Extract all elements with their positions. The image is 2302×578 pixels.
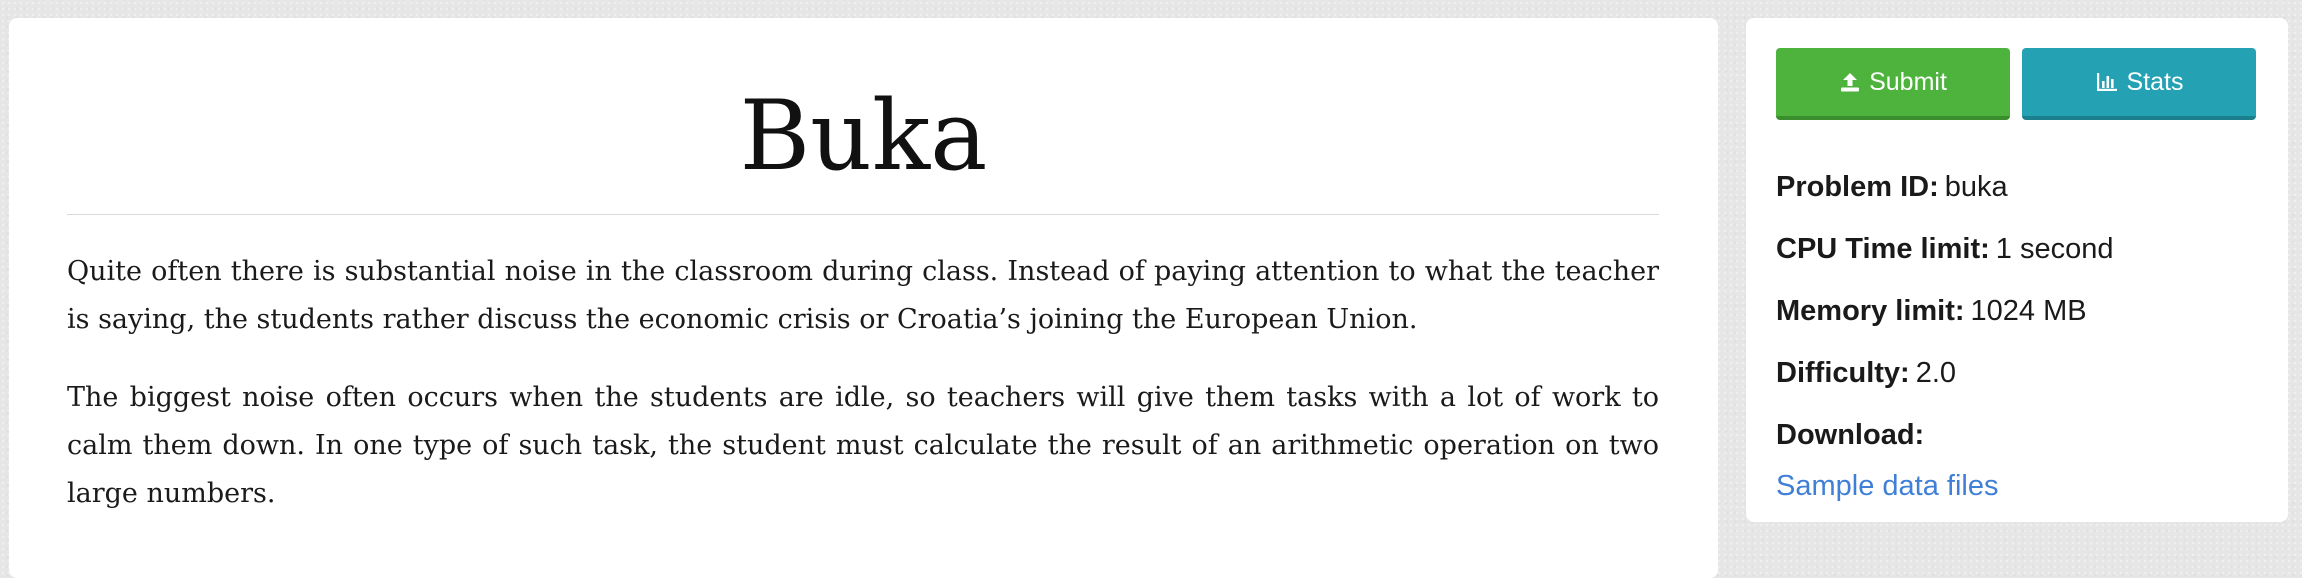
- problem-body: Quite often there is substantial noise i…: [67, 248, 1659, 548]
- upload-icon: [1839, 71, 1861, 93]
- difficulty-label: Difficulty:: [1776, 357, 1910, 389]
- problem-id-label: Problem ID:: [1776, 171, 1939, 203]
- submit-button[interactable]: Submit: [1776, 48, 2010, 120]
- sample-data-link[interactable]: Sample data files: [1776, 466, 2113, 528]
- submit-button-label: Submit: [1869, 67, 1947, 96]
- problem-title: Buka: [739, 80, 988, 192]
- problem-sidebar: Submit Stats Problem ID: buka CPU Time li…: [1746, 18, 2288, 522]
- difficulty-row: Difficulty: 2.0: [1776, 342, 2113, 404]
- cpu-time-label: CPU Time limit:: [1776, 233, 1990, 265]
- stats-button[interactable]: Stats: [2022, 48, 2256, 120]
- problem-metadata: Problem ID: buka CPU Time limit: 1 second …: [1776, 156, 2113, 528]
- problem-statement-card: Buka Quite often there is substantial no…: [9, 18, 1718, 578]
- problem-paragraph: Quite often there is substantial noise i…: [67, 256, 1659, 335]
- problem-id-value: buka: [1944, 171, 2008, 203]
- problem-id-row: Problem ID: buka: [1776, 156, 2113, 218]
- stats-button-label: Stats: [2126, 67, 2184, 96]
- difficulty-value: 2.0: [1915, 357, 1957, 389]
- cpu-time-value: 1 second: [1995, 233, 2114, 265]
- memory-limit-label: Memory limit:: [1776, 295, 1965, 327]
- download-label: Download:: [1776, 419, 1925, 451]
- problem-paragraph: The biggest noise often occurs when the …: [67, 382, 1659, 509]
- bar-chart-icon: [2095, 71, 2119, 93]
- title-divider: [67, 214, 1659, 215]
- memory-limit-value: 1024 MB: [1970, 295, 2087, 327]
- memory-limit-row: Memory limit: 1024 MB: [1776, 280, 2113, 342]
- cpu-time-row: CPU Time limit: 1 second: [1776, 218, 2113, 280]
- download-row: Download:: [1776, 404, 2113, 466]
